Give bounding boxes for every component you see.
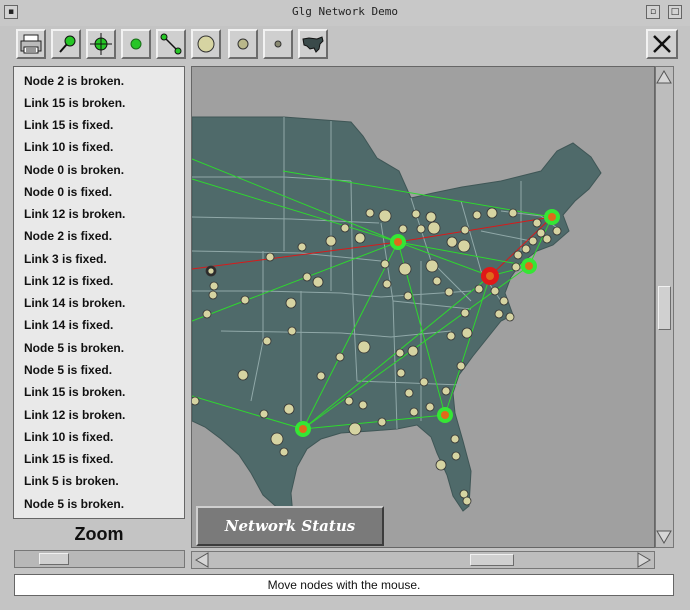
log-item: Link 14 is broken. [24,296,126,310]
log-item: Link 15 is fixed. [24,118,114,132]
us-map-icon [302,36,324,53]
horizontal-scroll-thumb[interactable] [470,554,514,566]
log-item: Link 12 is broken. [24,408,126,422]
add-link-button[interactable] [156,29,186,59]
window-title: Glg Network Demo [292,5,398,18]
log-item: Node 5 is broken. [24,497,125,511]
log-item: Link 12 is broken. [24,207,126,221]
medium-node-button[interactable] [228,29,258,59]
map-vertical-scrollbar[interactable] [655,66,674,548]
minimize-button[interactable]: ▫ [646,5,660,19]
scroll-left-icon[interactable] [194,552,210,568]
scroll-right-icon[interactable] [636,552,652,568]
move-node-button[interactable] [51,29,81,59]
map-horizontal-scrollbar[interactable] [191,551,655,569]
large-node-button[interactable] [191,29,221,59]
network-status-button[interactable]: Network Status [196,506,384,546]
log-item: Link 15 is broken. [24,96,126,110]
log-item: Node 0 is fixed. [24,185,113,199]
hub-houston[interactable] [295,421,311,437]
add-node-button[interactable] [121,29,151,59]
hub-washington[interactable] [481,267,499,285]
maximize-button[interactable]: □ [668,5,682,19]
log-item: Link 12 is fixed. [24,274,114,288]
log-item: Node 0 is broken. [24,163,125,177]
green-node-icon [130,38,142,50]
crosshair-icon [90,33,112,55]
log-item: Link 3 is fixed. [24,252,107,266]
pin-icon [59,35,76,53]
crosshair-button[interactable] [86,29,116,59]
log-item: Link 10 is fixed. [24,430,114,444]
us-map [192,116,602,517]
toolbar [0,26,690,62]
log-item: Node 2 is fixed. [24,229,113,243]
hub-boston[interactable] [544,209,560,225]
zoom-slider-thumb[interactable] [39,553,69,565]
scroll-down-icon[interactable] [656,529,673,545]
log-item: Node 5 is broken. [24,341,125,355]
window-titlebar[interactable]: ▪ Glg Network Demo ▫ □ [0,0,690,27]
event-log-list[interactable]: Node 2 is broken. Link 15 is broken. Lin… [13,66,185,519]
log-item: Link 15 is broken. [24,385,126,399]
print-button[interactable] [16,29,46,59]
status-bar: Move nodes with the mouse. [14,574,674,596]
hub-jacksonville[interactable] [437,407,453,423]
zoom-label: Zoom [74,524,124,544]
log-item: Link 14 is fixed. [24,318,114,332]
network-map[interactable] [191,66,655,548]
small-node-button[interactable] [263,29,293,59]
log-item: Link 15 is fixed. [24,452,114,466]
log-item: Node 2 is broken. [24,74,125,88]
hub-new-york[interactable] [521,258,537,274]
close-icon [653,35,671,53]
map-button[interactable] [298,29,328,59]
printer-icon [20,34,42,54]
log-item: Link 5 is broken. [24,474,119,488]
hub-chicago[interactable] [390,234,406,250]
link-icon [160,33,182,55]
vertical-scroll-thumb[interactable] [658,286,671,330]
zoom-slider[interactable] [14,550,185,568]
close-button[interactable] [646,29,678,59]
small-circle-icon [274,40,282,48]
log-item: Link 10 is fixed. [24,140,114,154]
log-item: Node 5 is fixed. [24,363,113,377]
scroll-up-icon[interactable] [656,69,673,85]
large-circle-icon [197,35,215,53]
medium-circle-icon [237,38,249,50]
